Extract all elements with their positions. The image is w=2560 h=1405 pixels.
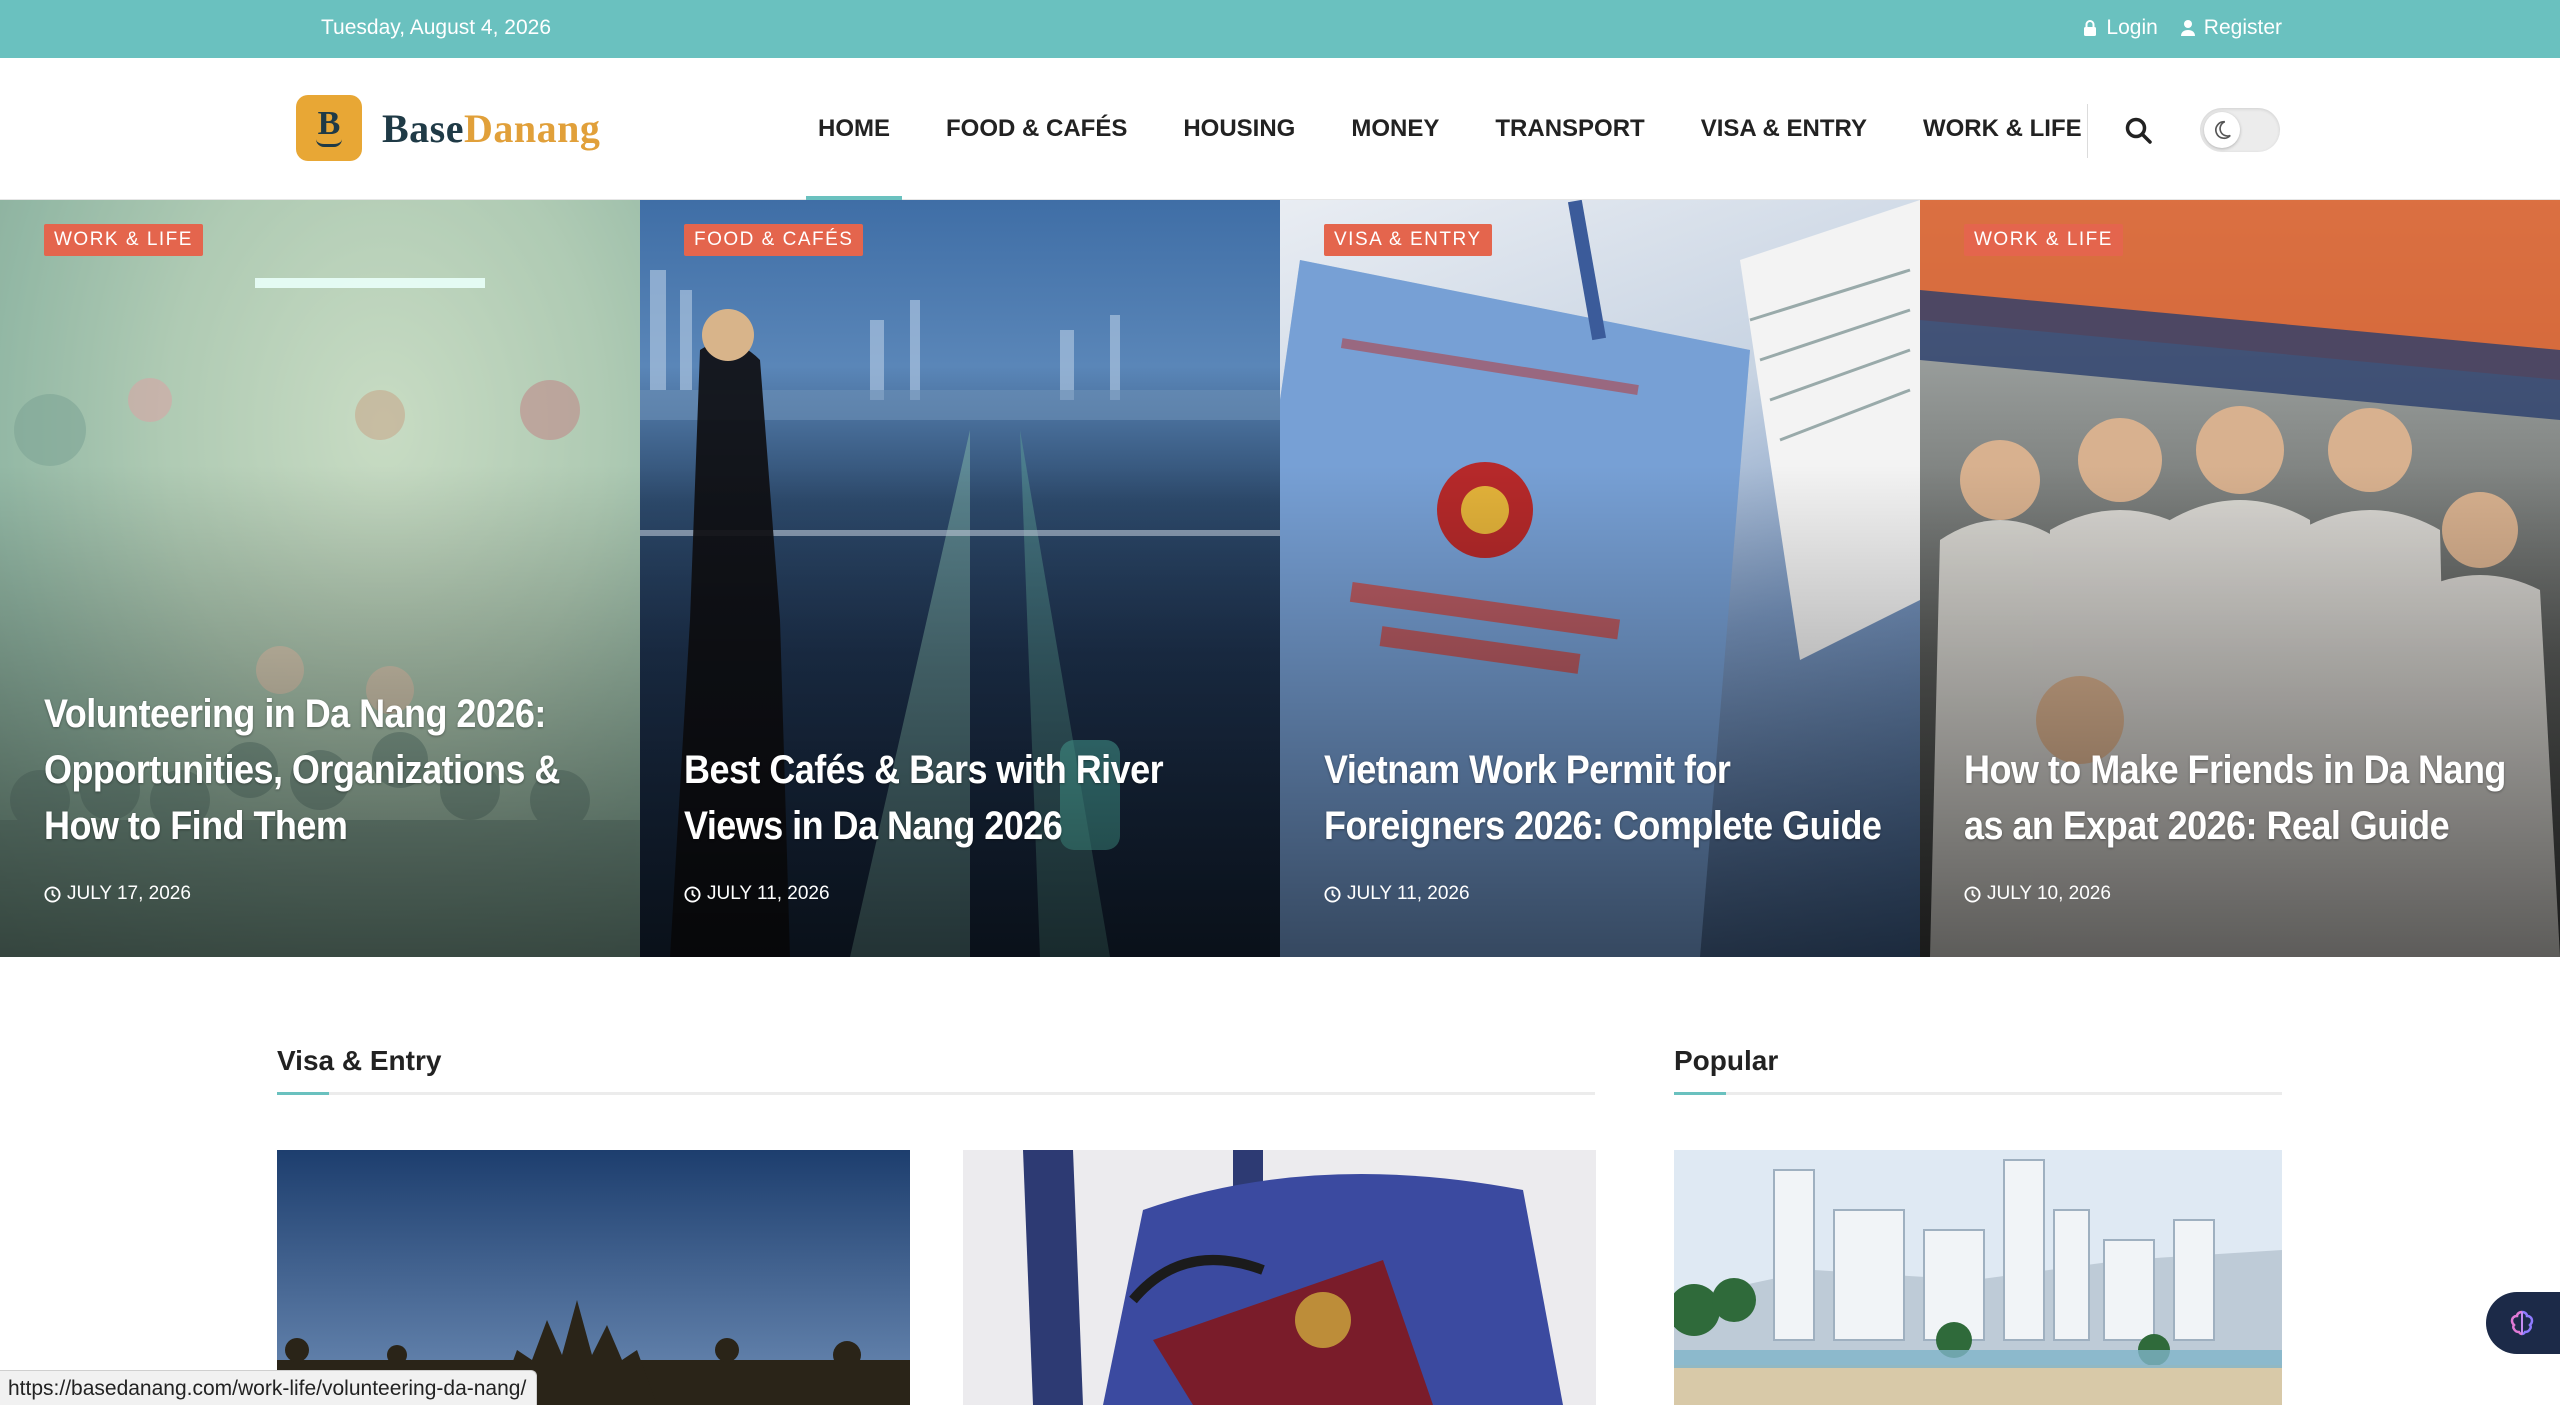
post-date: JULY 11, 2026 (684, 883, 830, 905)
featured-posts: WORK & LIFE Volunteering in Da Nang 2026… (0, 200, 2560, 957)
post-date-text: JULY 11, 2026 (707, 883, 830, 904)
lock-icon (2084, 20, 2097, 36)
status-bar-url: https://basedanang.com/work-life/volunte… (0, 1370, 538, 1405)
auth-links: Login Register (2082, 16, 2282, 40)
search-icon (2125, 117, 2152, 144)
section-visa-entry: Visa & Entry (277, 1045, 1595, 1095)
site-header: B BaseDanang HOME FOOD & CAFÉS HOUSING M… (0, 58, 2560, 200)
clock-icon (44, 885, 61, 903)
dark-mode-toggle[interactable] (2200, 108, 2280, 152)
nav-item-food-cafes[interactable]: FOOD & CAFÉS (918, 58, 1155, 200)
section-popular: Popular (1674, 1045, 2282, 1095)
register-link[interactable]: Register (2180, 16, 2282, 40)
logo-text-danang: Danang (464, 105, 601, 151)
login-label: Login (2106, 16, 2158, 39)
section-accent (1674, 1092, 1726, 1095)
brain-icon (2510, 1310, 2534, 1336)
clock-icon (684, 885, 701, 903)
nav-item-housing[interactable]: HOUSING (1155, 58, 1323, 200)
post-date: JULY 10, 2026 (1964, 883, 2111, 905)
ai-assistant-button[interactable] (2486, 1292, 2560, 1354)
nav-item-money[interactable]: MONEY (1323, 58, 1467, 200)
current-date: Tuesday, August 4, 2026 (321, 16, 551, 39)
logo-badge: B (296, 95, 362, 161)
category-badge[interactable]: VISA & ENTRY (1324, 224, 1492, 256)
nav-item-home[interactable]: HOME (790, 58, 918, 200)
user-icon (2180, 20, 2195, 36)
logo-text: BaseDanang (382, 105, 600, 152)
nav-item-transport[interactable]: TRANSPORT (1467, 58, 1672, 200)
category-badge[interactable]: WORK & LIFE (1964, 224, 2123, 256)
post-title[interactable]: Vietnam Work Permit for Foreigners 2026:… (1324, 742, 1900, 854)
angkor-image (277, 1150, 910, 1405)
post-title[interactable]: Best Cafés & Bars with River Views in Da… (684, 742, 1260, 854)
post-date-text: JULY 11, 2026 (1347, 883, 1470, 904)
nav-item-visa-entry[interactable]: VISA & ENTRY (1673, 58, 1895, 200)
post-thumbnail-angkor[interactable] (277, 1150, 910, 1405)
post-thumbnail-passport[interactable] (963, 1150, 1596, 1405)
post-title[interactable]: Volunteering in Da Nang 2026: Opportunit… (44, 686, 620, 854)
post-date-text: JULY 17, 2026 (67, 883, 191, 904)
search-button[interactable] (2124, 116, 2154, 146)
passport-image (963, 1150, 1596, 1405)
main-nav: HOME FOOD & CAFÉS HOUSING MONEY TRANSPOR… (790, 58, 2110, 200)
post-title[interactable]: How to Make Friends in Da Nang as an Exp… (1964, 742, 2540, 854)
top-bar: Tuesday, August 4, 2026 Login Register (0, 0, 2560, 58)
nav-divider (2087, 104, 2088, 158)
category-badge[interactable]: WORK & LIFE (44, 224, 203, 256)
section-title-popular: Popular (1674, 1045, 1779, 1076)
post-date: JULY 17, 2026 (44, 883, 191, 905)
moon-icon (2215, 120, 2231, 140)
clock-icon (1324, 885, 1341, 903)
register-label: Register (2203, 16, 2282, 39)
login-link[interactable]: Login (2082, 16, 2158, 40)
toggle-knob (2204, 112, 2240, 148)
section-title-visa-entry[interactable]: Visa & Entry (277, 1045, 441, 1077)
hero-card[interactable]: WORK & LIFE Volunteering in Da Nang 2026… (0, 200, 640, 957)
logo-text-base: Base (382, 105, 464, 151)
clock-icon (1964, 885, 1981, 903)
hero-card[interactable]: VISA & ENTRY Vietnam Work Permit for For… (1280, 200, 1920, 957)
post-date: JULY 11, 2026 (1324, 883, 1470, 905)
hero-card[interactable]: FOOD & CAFÉS Best Cafés & Bars with Rive… (640, 200, 1280, 957)
category-badge[interactable]: FOOD & CAFÉS (684, 224, 864, 256)
hero-card[interactable]: WORK & LIFE How to Make Friends in Da Na… (1920, 200, 2560, 957)
site-logo[interactable]: B BaseDanang (296, 95, 600, 161)
logo-badge-letter: B (317, 105, 341, 142)
danang-beach-image (1674, 1150, 2282, 1405)
post-date-text: JULY 10, 2026 (1987, 883, 2111, 904)
nav-item-work-life[interactable]: WORK & LIFE (1895, 58, 2110, 200)
post-thumbnail-danang-beach[interactable] (1674, 1150, 2282, 1405)
section-accent (277, 1092, 329, 1095)
